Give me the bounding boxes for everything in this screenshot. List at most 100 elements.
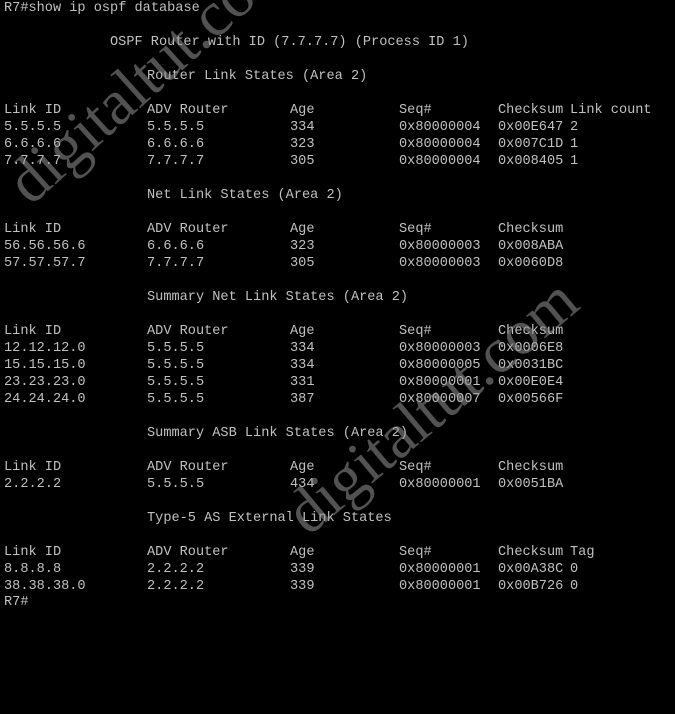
tag: 0 xyxy=(570,562,579,577)
ospf-header: OSPF Router with ID (7.7.7.7) (Process I… xyxy=(110,35,469,50)
col-adv-router: ADV Router xyxy=(147,460,229,475)
link-count: 1 xyxy=(570,137,579,152)
col-adv-router: ADV Router xyxy=(147,324,229,339)
age: 305 xyxy=(290,256,315,271)
adv-router: 5.5.5.5 xyxy=(147,392,205,407)
age: 323 xyxy=(290,239,315,254)
table-row: 57.57.57.7 7.7.7.7 305 0x80000003 0x0060… xyxy=(4,255,563,272)
table-header: Link ID ADV Router Age Seq# Checksum Tag xyxy=(4,544,594,561)
seq: 0x80000003 xyxy=(399,239,481,254)
seq: 0x80000003 xyxy=(399,256,481,271)
checksum: 0x00A38C xyxy=(498,562,564,577)
section-title-net-link-states: Net Link States (Area 2) xyxy=(147,188,343,203)
seq: 0x80000004 xyxy=(399,120,481,135)
col-checksum: Checksum xyxy=(498,324,564,339)
table-row: 23.23.23.0 5.5.5.5 331 0x80000001 0x00E0… xyxy=(4,374,563,391)
col-seq: Seq# xyxy=(399,103,432,118)
col-seq: Seq# xyxy=(399,324,432,339)
link-id: 24.24.24.0 xyxy=(4,392,86,407)
checksum: 0x00E0E4 xyxy=(498,375,564,390)
seq: 0x80000004 xyxy=(399,137,481,152)
checksum: 0x0051BA xyxy=(498,477,564,492)
section-title-router-link-states: Router Link States (Area 2) xyxy=(147,69,368,84)
table-row: 38.38.38.0 2.2.2.2 339 0x80000001 0x00B7… xyxy=(4,578,578,595)
seq: 0x80000001 xyxy=(399,562,481,577)
col-adv-router: ADV Router xyxy=(147,222,229,237)
adv-router: 5.5.5.5 xyxy=(147,358,205,373)
table-header: Link ID ADV Router Age Seq# Checksum xyxy=(4,221,563,238)
adv-router: 7.7.7.7 xyxy=(147,154,205,169)
age: 334 xyxy=(290,341,315,356)
command-prompt[interactable]: R7# xyxy=(4,594,28,611)
col-seq: Seq# xyxy=(399,460,432,475)
adv-router: 5.5.5.5 xyxy=(147,341,205,356)
checksum: 0x008ABA xyxy=(498,239,564,254)
col-checksum: Checksum xyxy=(498,545,564,560)
section-title-type5-external-link-states: Type-5 AS External Link States xyxy=(147,511,392,526)
col-age: Age xyxy=(290,545,315,560)
col-link-count: Link count xyxy=(570,103,652,118)
col-age: Age xyxy=(290,103,315,118)
link-id: 15.15.15.0 xyxy=(4,358,86,373)
col-adv-router: ADV Router xyxy=(147,545,229,560)
checksum: 0x00B726 xyxy=(498,579,564,594)
age: 434 xyxy=(290,477,315,492)
col-checksum: Checksum xyxy=(498,222,564,237)
tag: 0 xyxy=(570,579,579,594)
checksum: 0x007C1D xyxy=(498,137,564,152)
adv-router: 5.5.5.5 xyxy=(147,375,205,390)
seq: 0x80000001 xyxy=(399,375,481,390)
col-seq: Seq# xyxy=(399,222,432,237)
age: 334 xyxy=(290,120,315,135)
col-link-id: Link ID xyxy=(4,324,62,339)
col-checksum: Checksum xyxy=(498,460,564,475)
link-count: 2 xyxy=(570,120,579,135)
col-link-id: Link ID xyxy=(4,222,62,237)
col-age: Age xyxy=(290,460,315,475)
seq: 0x80000003 xyxy=(399,341,481,356)
link-id: 12.12.12.0 xyxy=(4,341,86,356)
adv-router: 7.7.7.7 xyxy=(147,256,205,271)
col-age: Age xyxy=(290,324,315,339)
table-header: Link ID ADV Router Age Seq# Checksum xyxy=(4,323,563,340)
table-row: 15.15.15.0 5.5.5.5 334 0x80000005 0x0031… xyxy=(4,357,563,374)
table-row: 8.8.8.8 2.2.2.2 339 0x80000001 0x00A38C … xyxy=(4,561,578,578)
link-id: 6.6.6.6 xyxy=(4,137,62,152)
table-header: Link ID ADV Router Age Seq# Checksum xyxy=(4,459,563,476)
age: 305 xyxy=(290,154,315,169)
checksum: 0x0031BC xyxy=(498,358,564,373)
link-id: 38.38.38.0 xyxy=(4,579,86,594)
command-line: R7#show ip ospf database xyxy=(4,1,200,16)
table-header: Link ID ADV Router Age Seq# Checksum Lin… xyxy=(4,102,652,119)
age: 331 xyxy=(290,375,315,390)
col-tag: Tag xyxy=(570,545,595,560)
age: 339 xyxy=(290,579,315,594)
table-row: 5.5.5.5 5.5.5.5 334 0x80000004 0x00E647 … xyxy=(4,119,578,136)
seq: 0x80000005 xyxy=(399,358,481,373)
table-row: 6.6.6.6 6.6.6.6 323 0x80000004 0x007C1D … xyxy=(4,136,578,153)
adv-router: 5.5.5.5 xyxy=(147,120,205,135)
col-seq: Seq# xyxy=(399,545,432,560)
link-count: 1 xyxy=(570,154,579,169)
adv-router: 2.2.2.2 xyxy=(147,562,205,577)
link-id: 7.7.7.7 xyxy=(4,154,62,169)
age: 323 xyxy=(290,137,315,152)
section-title-summary-net-link-states: Summary Net Link States (Area 2) xyxy=(147,290,409,305)
link-id: 2.2.2.2 xyxy=(4,477,62,492)
link-id: 5.5.5.5 xyxy=(4,120,62,135)
col-link-id: Link ID xyxy=(4,103,62,118)
checksum: 0x00566F xyxy=(498,392,564,407)
link-id: 56.56.56.6 xyxy=(4,239,86,254)
adv-router: 2.2.2.2 xyxy=(147,579,205,594)
adv-router: 6.6.6.6 xyxy=(147,137,205,152)
table-row: 2.2.2.2 5.5.5.5 434 0x80000001 0x0051BA xyxy=(4,476,563,493)
terminal-window[interactable]: R7#show ip ospf database OSPF Router wit… xyxy=(0,0,675,611)
table-row: 56.56.56.6 6.6.6.6 323 0x80000003 0x008A… xyxy=(4,238,563,255)
age: 387 xyxy=(290,392,315,407)
seq: 0x80000007 xyxy=(399,392,481,407)
adv-router: 5.5.5.5 xyxy=(147,477,205,492)
age: 334 xyxy=(290,358,315,373)
age: 339 xyxy=(290,562,315,577)
checksum: 0x00E647 xyxy=(498,120,564,135)
seq: 0x80000004 xyxy=(399,154,481,169)
